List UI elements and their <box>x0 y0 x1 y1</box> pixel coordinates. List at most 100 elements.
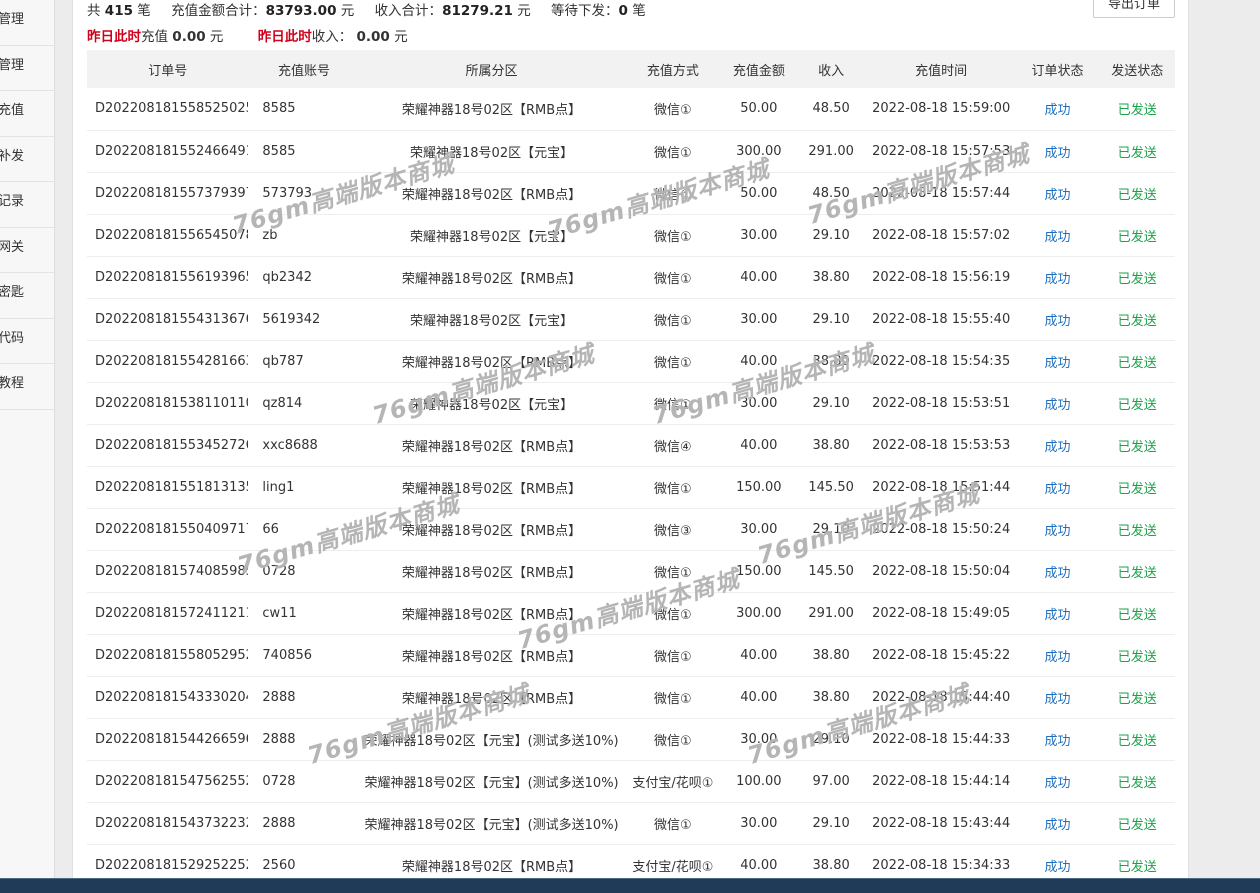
sidebar-item[interactable]: 网关 <box>0 228 54 273</box>
order-status-cell[interactable]: 成功 <box>1015 172 1100 215</box>
order-status-cell[interactable]: 成功 <box>1015 760 1100 803</box>
export-orders-button[interactable]: 导出订单 <box>1093 0 1175 18</box>
income-cell: 29.10 <box>795 508 867 551</box>
zone-cell: 荣耀神器18号02区【RMB点】 <box>359 466 624 509</box>
amount-cell: 150.00 <box>722 466 796 509</box>
send-status-cell: 已发送 <box>1099 214 1175 257</box>
order-id-cell: D2022081815504097175 <box>87 508 249 551</box>
column-header: 所属分区 <box>359 50 624 88</box>
sidebar-item[interactable]: 记录 <box>0 182 54 228</box>
send-status-cell: 已发送 <box>1099 298 1175 341</box>
sidebar-item[interactable]: 充值 <box>0 91 54 137</box>
order-status-cell[interactable]: 成功 <box>1015 592 1100 635</box>
payment-method-cell: 微信① <box>623 718 723 761</box>
order-status-cell[interactable]: 成功 <box>1015 466 1100 509</box>
income-cell: 38.80 <box>795 634 867 677</box>
amount-cell: 30.00 <box>722 718 796 761</box>
zone-cell: 荣耀神器18号02区【RMB点】 <box>359 592 624 635</box>
sidebar-item[interactable]: 教程 <box>0 364 54 410</box>
order-status-cell[interactable]: 成功 <box>1015 676 1100 719</box>
sidebar-item[interactable]: 代码 <box>0 319 54 364</box>
order-status-cell[interactable]: 成功 <box>1015 508 1100 551</box>
send-status-cell: 已发送 <box>1099 340 1175 383</box>
order-id-cell: D2022081815433302047 <box>87 676 249 719</box>
table-row: D2022081815724112112 cw11 荣耀神器18号02区【RMB点】… <box>87 592 1175 635</box>
order-status-cell[interactable]: 成功 <box>1015 802 1100 845</box>
order-status-cell[interactable]: 成功 <box>1015 130 1100 173</box>
time-cell: 2022-08-18 15:51:44 <box>866 466 1016 509</box>
time-cell: 2022-08-18 15:54:35 <box>866 340 1016 383</box>
income-cell: 38.80 <box>795 424 867 467</box>
order-status-cell[interactable]: 成功 <box>1015 382 1100 425</box>
table-row: D2022081815292522526 2560 荣耀神器18号02区【RMB点】… <box>87 844 1175 878</box>
account-cell: qz814 <box>248 382 360 425</box>
account-cell: 573793 <box>248 172 360 215</box>
table-row: D2022081815381101101 qz814 荣耀神器18号02区【元宝】微… <box>87 382 1175 425</box>
payment-method-cell: 微信① <box>623 214 723 257</box>
order-id-cell: D2022081815292522526 <box>87 844 249 878</box>
payment-method-cell: 支付宝/花呗① <box>623 844 723 878</box>
amount-cell: 150.00 <box>722 550 796 593</box>
zone-cell: 荣耀神器18号02区【RMB点】 <box>359 634 624 677</box>
zone-cell: 荣耀神器18号02区【元宝】(测试多送10%) <box>359 802 624 845</box>
table-row: D2022081815561939655 qb2342 荣耀神器18号02区【RMB… <box>87 256 1175 299</box>
send-status-cell: 已发送 <box>1099 718 1175 761</box>
amount-cell: 40.00 <box>722 424 796 467</box>
account-cell: 2888 <box>248 676 360 719</box>
sidebar-item[interactable]: 管理 <box>0 46 54 91</box>
income-cell: 48.50 <box>795 88 867 131</box>
table-row: D2022081815442665965 2888 荣耀神器18号02区【元宝】(测… <box>87 718 1175 761</box>
order-id-cell: D2022081815561939655 <box>87 256 249 299</box>
order-status-cell[interactable]: 成功 <box>1015 214 1100 257</box>
order-status-cell[interactable]: 成功 <box>1015 340 1100 383</box>
amount-cell: 30.00 <box>722 298 796 341</box>
sidebar-item-label: 管理 <box>0 57 25 73</box>
account-cell: qb2342 <box>248 256 360 299</box>
amount-cell: 30.00 <box>722 802 796 845</box>
total-count: 共 415 笔 <box>87 3 151 19</box>
order-status-cell[interactable]: 成功 <box>1015 550 1100 593</box>
send-status-cell: 已发送 <box>1099 466 1175 509</box>
order-id-cell: D2022081815534527261 <box>87 424 249 467</box>
table-row: D2022081815504097175 66 荣耀神器18号02区【RMB点】 微信… <box>87 508 1175 551</box>
income-cell: 38.80 <box>795 844 867 878</box>
income-cell: 38.80 <box>795 256 867 299</box>
column-header: 发送状态 <box>1099 50 1175 88</box>
sidebar-item[interactable]: 管理 <box>0 0 54 46</box>
order-id-cell: D2022081815381101101 <box>87 382 249 425</box>
account-cell: 2560 <box>248 844 360 878</box>
order-id-cell: D2022081815543136767 <box>87 298 249 341</box>
payment-method-cell: 微信① <box>623 88 723 131</box>
order-id-cell: D2022081815518131351 <box>87 466 249 509</box>
zone-cell: 荣耀神器18号02区【元宝】 <box>359 382 624 425</box>
time-cell: 2022-08-18 15:57:53 <box>866 130 1016 173</box>
column-header: 订单号 <box>87 50 249 88</box>
sidebar-item-label: 代码 <box>0 330 25 346</box>
order-status-cell[interactable]: 成功 <box>1015 256 1100 299</box>
table-row: D2022081815534527261 xxc8688 荣耀神器18号02区【RM… <box>87 424 1175 467</box>
order-status-cell[interactable]: 成功 <box>1015 88 1100 131</box>
zone-cell: 荣耀神器18号02区【元宝】(测试多送10%) <box>359 718 624 761</box>
sidebar-item[interactable]: 密匙 <box>0 273 54 319</box>
order-status-cell[interactable]: 成功 <box>1015 718 1100 761</box>
column-header: 充值账号 <box>248 50 360 88</box>
amount-cell: 30.00 <box>722 508 796 551</box>
order-status-cell[interactable]: 成功 <box>1015 424 1100 467</box>
sidebar-item-label: 教程 <box>0 376 25 391</box>
sidebar-item[interactable]: 补发 <box>0 137 54 182</box>
send-status-cell: 已发送 <box>1099 634 1175 677</box>
send-status-cell: 已发送 <box>1099 844 1175 878</box>
amount-cell: 300.00 <box>722 592 796 635</box>
time-cell: 2022-08-18 15:56:19 <box>866 256 1016 299</box>
order-status-cell[interactable]: 成功 <box>1015 298 1100 341</box>
send-status-cell: 已发送 <box>1099 382 1175 425</box>
order-status-cell[interactable]: 成功 <box>1015 844 1100 878</box>
sidebar-item-label: 充值 <box>0 103 25 118</box>
account-cell: ling1 <box>248 466 360 509</box>
yesterday-recharge: 昨日此时充值 0.00 元 <box>87 29 224 45</box>
table-row: D2022081815475625525 0728 荣耀神器18号02区【元宝】(测… <box>87 760 1175 803</box>
account-cell: 8585 <box>248 88 360 131</box>
order-status-cell[interactable]: 成功 <box>1015 634 1100 677</box>
column-header: 收入 <box>795 50 867 88</box>
amount-cell: 40.00 <box>722 676 796 719</box>
